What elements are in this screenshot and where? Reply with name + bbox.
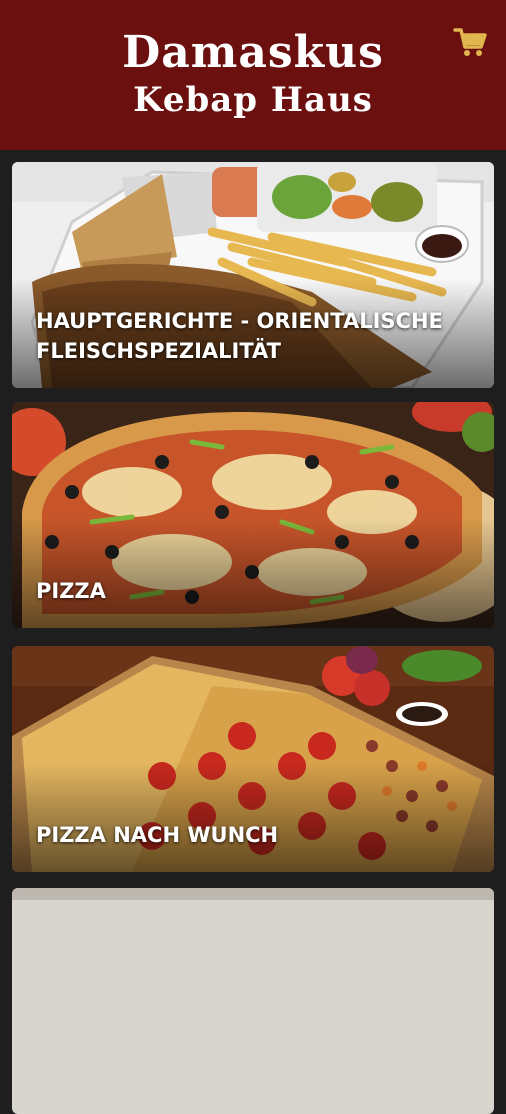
card-shade (12, 518, 494, 628)
brand-subtitle: Kebap Haus (133, 80, 373, 120)
category-card-partial[interactable] (12, 888, 494, 1114)
category-card-pizza[interactable]: PIZZA (12, 402, 494, 628)
shopping-cart-icon (453, 28, 487, 56)
category-label: HAUPTGERICHTE - ORIENTALISCHE FLEISCHSPE… (36, 309, 443, 363)
category-card-hauptgerichte[interactable]: HAUPTGERICHTE - ORIENTALISCHE FLEISCHSPE… (12, 162, 494, 388)
category-image (12, 888, 494, 1114)
category-label: PIZZA NACH WUNCH (36, 823, 279, 847)
app-header: Damaskus Kebap Haus (0, 0, 506, 150)
brand-title: Damaskus (122, 27, 384, 78)
card-shade (12, 762, 494, 872)
category-card-pizza-nach-wunch[interactable]: PIZZA NACH WUNCH (12, 646, 494, 872)
cart-button[interactable] (452, 24, 488, 60)
category-label: PIZZA (36, 579, 106, 603)
category-list: HAUPTGERICHTE - ORIENTALISCHE FLEISCHSPE… (0, 150, 506, 1114)
